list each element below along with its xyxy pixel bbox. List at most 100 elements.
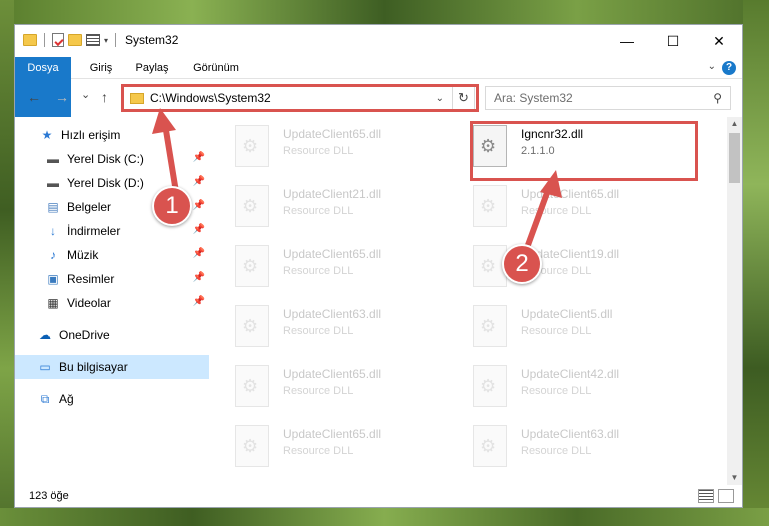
status-bar: 123 öğe [15,485,742,507]
minimize-button[interactable]: — [604,25,650,57]
sidebar-item-label: Belgeler [67,200,112,214]
sidebar-item-onedrive[interactable]: ☁ OneDrive [15,323,209,347]
up-arrow-icon[interactable]: ↑ [101,89,108,105]
file-type: Resource DLL [283,265,354,277]
tab-share[interactable]: Paylaş [127,57,177,79]
scrollbar-thumb[interactable] [729,133,740,183]
sidebar-item-label: Bu bilgisayar [59,360,128,374]
pin-icon[interactable]: 📌 [193,224,205,235]
file-name: UpdateClient63.dll [283,307,382,321]
sidebar-item-videos[interactable]: ▦ Videolar 📌 [15,291,209,315]
dll-file-icon [235,245,269,287]
file-item[interactable]: UpdateClient65.dll Resource DLL [215,359,445,419]
file-name: UpdateClient5.dll [521,307,613,321]
search-icon[interactable]: ⚲ [713,91,722,105]
pin-icon[interactable]: 📌 [193,200,205,211]
customize-toolbar-icon[interactable] [86,34,100,46]
file-item[interactable]: UpdateClient21.dll Resource DLL [215,179,445,239]
file-type: Resource DLL [283,145,354,157]
file-item[interactable]: UpdateClient63.dll Resource DLL [453,419,683,479]
desktop-background-left [0,0,14,526]
file-name: UpdateClient63.dll [521,427,620,441]
large-icons-view-icon[interactable] [718,489,734,503]
pictures-icon: ▣ [47,272,59,286]
file-type: Resource DLL [521,325,592,337]
desktop-background-right [743,0,769,526]
dll-file-icon [235,185,269,227]
file-name: UpdateClient65.dll [283,367,382,381]
videos-icon: ▦ [47,296,59,310]
title-bar: ▾ System32 — ☐ ✕ [15,25,742,57]
file-type: Resource DLL [283,205,354,217]
file-item[interactable]: UpdateClient65.dll Resource DLL [215,419,445,479]
callout-badge-1: 1 [152,186,192,226]
file-item[interactable]: UpdateClient65.dll Resource DLL [215,239,445,299]
close-button[interactable]: ✕ [696,25,742,57]
sidebar-item-quick-access[interactable]: ★ Hızlı erişim [15,123,209,147]
chevron-down-icon[interactable]: ▾ [104,36,108,45]
scroll-down-icon[interactable]: ▼ [727,471,742,485]
computer-icon: ▭ [39,360,51,374]
navigation-bar: ← → ⌄ ↑ C:\Windows\System32 ⌄ ↻ Ara: Sys… [15,81,742,115]
tab-home[interactable]: Giriş [79,57,123,79]
file-item[interactable]: UpdateClient5.dll Resource DLL [453,299,683,359]
dll-file-icon [473,425,507,467]
file-item[interactable]: UpdateClient42.dll Resource DLL [453,359,683,419]
pin-icon[interactable]: 📌 [193,272,205,283]
help-icon[interactable]: ? [722,61,736,75]
details-view-icon[interactable] [698,489,714,503]
file-type: Resource DLL [283,385,354,397]
dll-file-icon [235,305,269,347]
forward-arrow-icon[interactable]: → [55,89,69,105]
navigation-pane: ★ Hızlı erişim ▬ Yerel Disk (C:) 📌 ▬ Yer… [15,117,211,485]
sidebar-item-label: İndirmeler [67,224,121,238]
sidebar-item-pictures[interactable]: ▣ Resimler 📌 [15,267,209,291]
dll-file-icon [473,305,507,347]
dll-file-icon [473,185,507,227]
folder-icon [23,34,37,46]
file-explorer-window: ▾ System32 — ☐ ✕ Dosya Giriş Paylaş Görü… [14,24,743,508]
file-name: UpdateClient65.dll [283,127,382,141]
file-type: Resource DLL [283,445,354,457]
sidebar-item-network[interactable]: ⧉ Ağ [15,387,209,411]
window-title: System32 [125,33,179,47]
pin-icon[interactable]: 📌 [193,296,205,307]
file-name: UpdateClient42.dll [521,367,620,381]
download-icon: ↓ [50,224,56,238]
dll-file-icon [235,125,269,167]
file-name: UpdateClient65.dll [521,187,620,201]
sidebar-item-label: OneDrive [59,328,110,342]
sidebar-item-local-disk-c[interactable]: ▬ Yerel Disk (C:) 📌 [15,147,209,171]
search-input[interactable]: Ara: System32 ⚲ [485,86,731,110]
pin-icon[interactable]: 📌 [193,248,205,259]
documents-icon: ▤ [47,200,59,214]
dll-file-icon [235,425,269,467]
file-name: UpdateClient65.dll [283,427,382,441]
window-controls: — ☐ ✕ [604,25,742,57]
toolbar-separator [115,33,117,47]
music-icon: ♪ [50,248,56,262]
file-type: Resource DLL [521,205,592,217]
tab-view[interactable]: Görünüm [185,57,247,79]
ribbon-tabs: Dosya Giriş Paylaş Görünüm ⌄ ? [15,57,742,117]
scroll-up-icon[interactable]: ▲ [727,117,742,131]
file-highlight-box [470,121,698,181]
recent-locations-icon[interactable]: ⌄ [81,88,90,101]
sidebar-item-this-pc[interactable]: ▭ Bu bilgisayar [15,355,209,379]
file-item[interactable]: UpdateClient19.dll Resource DLL [453,239,683,299]
file-item[interactable]: UpdateClient63.dll Resource DLL [215,299,445,359]
new-folder-icon[interactable] [68,34,82,46]
file-name: UpdateClient65.dll [283,247,382,261]
vertical-scrollbar[interactable]: ▲ ▼ [727,117,742,485]
pin-icon[interactable]: 📌 [193,176,205,187]
expand-ribbon-icon[interactable]: ⌄ [708,61,716,72]
properties-icon[interactable] [52,33,64,47]
file-item[interactable]: UpdateClient65.dll Resource DLL [215,119,445,179]
maximize-button[interactable]: ☐ [650,25,696,57]
pin-icon[interactable]: 📌 [193,152,205,163]
sidebar-item-label: Yerel Disk (C:) [67,152,144,166]
back-arrow-icon[interactable]: ← [27,89,41,105]
file-item[interactable]: UpdateClient65.dll Resource DLL [453,179,683,239]
cloud-icon: ☁ [39,328,51,342]
sidebar-item-music[interactable]: ♪ Müzik 📌 [15,243,209,267]
